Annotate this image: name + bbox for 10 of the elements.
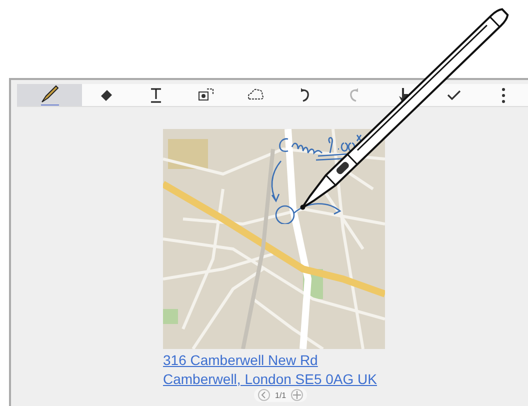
plus-icon	[293, 391, 302, 399]
tool-button[interactable]	[17, 84, 82, 106]
pen-icon	[38, 84, 60, 106]
page-number: 1/1	[275, 390, 286, 400]
chevron-left-icon	[260, 391, 268, 399]
more-icon	[502, 88, 505, 102]
checkmark-icon	[446, 90, 461, 100]
address-link[interactable]: 316 Camberwell New Rd Camberwell, London SE5 0AG UK	[163, 351, 388, 389]
add-page-button[interactable]	[291, 389, 304, 401]
eraser-icon	[100, 90, 112, 100]
